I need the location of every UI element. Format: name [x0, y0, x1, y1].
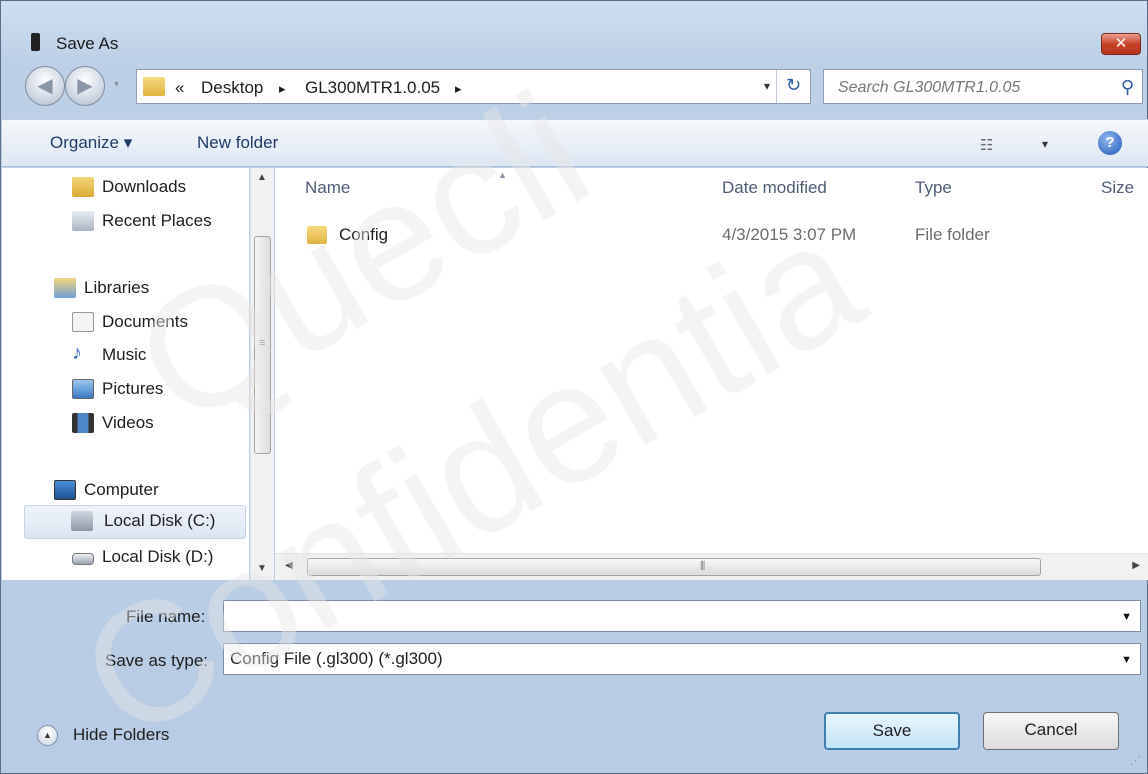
nav-item-videos[interactable]: Videos	[72, 410, 242, 440]
file-name-label: File name:	[126, 607, 206, 626]
documents-icon	[72, 312, 94, 332]
videos-icon	[72, 413, 94, 433]
nav-item-local-disk-c[interactable]: Local Disk (C:)	[24, 505, 246, 539]
folder-icon	[307, 226, 327, 244]
save-as-type-value: Config File (.gl300) (*.gl300)	[230, 649, 443, 668]
navigation-pane: Downloads Recent Places Libraries Docume…	[2, 168, 249, 580]
breadcrumb-gl300mtr[interactable]: GL300MTR1.0.05	[305, 78, 440, 98]
nav-item-documents[interactable]: Documents	[72, 309, 242, 339]
view-options-dropdown[interactable]: ▾	[1042, 137, 1048, 151]
chevron-down-icon[interactable]: ▼	[1121, 611, 1132, 623]
downloads-icon	[72, 177, 94, 197]
search-placeholder: Search GL300MTR1.0.05	[838, 79, 1021, 96]
search-icon[interactable]: ⚲	[1121, 77, 1134, 98]
nav-item-local-disk-d[interactable]: Local Disk (D:)	[72, 544, 242, 574]
file-list-horizontal-scrollbar[interactable]: ◀ ⦀ ▶	[275, 553, 1148, 580]
sort-ascending-icon: ▲	[498, 170, 507, 180]
column-header-name[interactable]: Name	[305, 178, 350, 198]
scroll-thumb[interactable]: ⦀	[307, 558, 1041, 576]
save-as-type-label: Save as type:	[105, 651, 209, 670]
recent-places-icon	[72, 211, 94, 231]
close-button[interactable]: ✕	[1101, 33, 1141, 55]
breadcrumb-separator[interactable]: ▸	[455, 81, 462, 97]
grip-icon: ≡	[259, 337, 266, 349]
chevron-down-icon[interactable]: ▼	[1121, 654, 1132, 666]
column-header-size[interactable]: Size	[1101, 178, 1134, 198]
breadcrumb-separator[interactable]: ▸	[279, 81, 286, 97]
nav-item-computer[interactable]: Computer	[54, 477, 244, 507]
scroll-thumb[interactable]: ≡	[254, 236, 271, 454]
save-button[interactable]: Save	[824, 712, 960, 750]
address-dropdown[interactable]: ▾	[764, 79, 770, 93]
resize-grip-icon[interactable]: ⋰	[1130, 754, 1141, 767]
file-name-field[interactable]: ▼	[223, 600, 1141, 632]
music-icon: ♪	[72, 342, 82, 364]
nav-item-pictures[interactable]: Pictures	[72, 376, 242, 406]
file-list[interactable]: ▲ Name Date modified Type Size Config 4/…	[275, 168, 1148, 553]
breadcrumb-overflow[interactable]: «	[175, 78, 184, 98]
nav-item-downloads[interactable]: Downloads	[72, 174, 242, 204]
new-folder-button[interactable]: New folder	[197, 133, 278, 153]
scroll-right-arrow-icon[interactable]: ▶	[1132, 560, 1140, 571]
grip-icon: ⦀	[700, 559, 706, 573]
computer-icon	[54, 480, 76, 500]
scroll-up-arrow-icon[interactable]: ▲	[257, 172, 267, 183]
drive-icon	[72, 553, 94, 565]
title-bar: Save As ✕	[1, 1, 1147, 59]
column-header-date-modified[interactable]: Date modified	[722, 178, 827, 198]
libraries-icon	[54, 278, 76, 298]
nav-item-music[interactable]: ♪ Music	[72, 342, 242, 372]
back-button[interactable]: ◀	[25, 66, 65, 106]
breadcrumb-desktop[interactable]: Desktop	[201, 78, 263, 98]
help-icon[interactable]: ?	[1098, 131, 1122, 155]
scroll-down-arrow-icon[interactable]: ▼	[257, 563, 267, 574]
recent-locations-dropdown[interactable]: ▾	[114, 79, 119, 90]
nav-item-libraries[interactable]: Libraries	[54, 275, 244, 305]
pictures-icon	[72, 379, 94, 399]
folder-icon	[143, 77, 165, 96]
address-bar[interactable]: « Desktop ▸ GL300MTR1.0.05 ▸ ▾ ↻	[136, 69, 811, 104]
command-toolbar: Organize ▾ New folder ☷ ▾ ?	[2, 119, 1148, 167]
save-as-type-select[interactable]: Config File (.gl300) (*.gl300) ▼	[223, 643, 1141, 675]
file-name-cell[interactable]: Config	[339, 225, 388, 245]
cancel-button[interactable]: Cancel	[983, 712, 1119, 750]
date-modified-cell: 4/3/2015 3:07 PM	[722, 225, 857, 244]
chevron-up-icon: ▲	[37, 725, 58, 746]
refresh-button[interactable]: ↻	[776, 70, 810, 103]
column-header-type[interactable]: Type	[915, 178, 952, 198]
app-icon	[31, 33, 40, 51]
view-options-icon[interactable]: ☷	[980, 136, 993, 154]
window-title: Save As	[56, 34, 119, 53]
search-input[interactable]: Search GL300MTR1.0.05 ⚲	[823, 69, 1143, 104]
save-as-dialog: Save As ✕ ◀ ▶ ▾ « Desktop ▸ GL300MTR1.0.…	[0, 0, 1148, 774]
navigation-pane-scrollbar[interactable]: ▲ ≡ ▼	[250, 168, 274, 580]
drive-icon	[71, 511, 93, 531]
scroll-left-arrow-icon[interactable]: ◀	[285, 560, 293, 571]
forward-button[interactable]: ▶	[65, 66, 105, 106]
organize-button[interactable]: Organize ▾	[50, 133, 132, 153]
type-cell: File folder	[915, 225, 990, 244]
nav-item-recent-places[interactable]: Recent Places	[72, 208, 242, 238]
